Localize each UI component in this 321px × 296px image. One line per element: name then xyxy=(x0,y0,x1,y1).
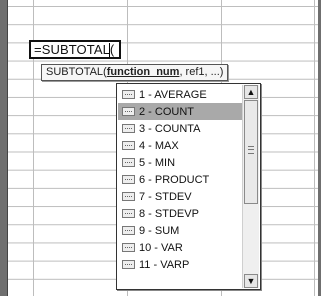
list-item-label: 3 - COUNTA xyxy=(139,122,201,135)
chevron-down-icon: ▼ xyxy=(246,275,256,286)
list-item-label: 8 - STDEVP xyxy=(139,207,199,220)
list-item-label: 9 - SUM xyxy=(139,224,180,237)
tooltip-function-name: SUBTOTAL( xyxy=(46,66,107,78)
text-caret xyxy=(109,43,110,57)
tooltip-current-argument[interactable]: function_num xyxy=(107,66,180,78)
grip-icon xyxy=(248,146,254,154)
function-syntax-tooltip: SUBTOTAL(function_num, ref1, ...) xyxy=(41,64,229,81)
scroll-up-button[interactable]: ▲ xyxy=(244,85,258,99)
list-item-label: 4 - MAX xyxy=(139,139,179,152)
function-icon xyxy=(122,107,135,116)
function-icon xyxy=(122,243,135,252)
chevron-up-icon: ▲ xyxy=(246,86,256,97)
function-num-dropdown[interactable]: 1 - AVERAGE 2 - COUNT 3 - COUNTA 4 - MAX 5 -… xyxy=(116,83,261,290)
function-icon xyxy=(122,226,135,235)
list-item[interactable]: 8 - STDEVP xyxy=(118,205,242,222)
list-item[interactable]: 6 - PRODUCT xyxy=(118,171,242,188)
list-item-label: 7 - STDEV xyxy=(139,190,192,203)
scroll-down-button[interactable]: ▼ xyxy=(244,274,258,288)
list-item[interactable]: 4 - MAX xyxy=(118,137,242,154)
function-icon xyxy=(122,124,135,133)
list-item[interactable]: 2 - COUNT xyxy=(118,103,242,120)
list-item-label: 11 - VARP xyxy=(139,258,190,271)
list-item-label: 6 - PRODUCT xyxy=(139,173,210,186)
tooltip-remaining-arguments: , ref1, ...) xyxy=(179,66,224,78)
function-icon xyxy=(122,175,135,184)
formula-text[interactable]: =SUBTOTAL( xyxy=(34,42,114,57)
function-icon xyxy=(122,260,135,269)
function-icon xyxy=(122,192,135,201)
column-divider xyxy=(314,0,315,296)
scrollbar-thumb[interactable] xyxy=(244,100,258,204)
list-item-label: 5 - MIN xyxy=(139,156,176,169)
dropdown-list: 1 - AVERAGE 2 - COUNT 3 - COUNTA 4 - MAX 5 -… xyxy=(118,86,242,273)
function-icon xyxy=(122,158,135,167)
list-item[interactable]: 7 - STDEV xyxy=(118,188,242,205)
list-item[interactable]: 9 - SUM xyxy=(118,222,242,239)
list-item-label: 2 - COUNT xyxy=(139,105,194,118)
list-item[interactable]: 11 - VARP xyxy=(118,256,242,273)
list-item-label: 10 - VAR xyxy=(139,241,183,254)
list-item[interactable]: 3 - COUNTA xyxy=(118,120,242,137)
list-item[interactable]: 10 - VAR xyxy=(118,239,242,256)
function-icon xyxy=(122,90,135,99)
function-icon xyxy=(122,141,135,150)
list-item-label: 1 - AVERAGE xyxy=(139,88,207,101)
function-icon xyxy=(122,209,135,218)
dropdown-scrollbar[interactable]: ▲ ▼ xyxy=(242,85,259,288)
list-item[interactable]: 5 - MIN xyxy=(118,154,242,171)
list-item[interactable]: 1 - AVERAGE xyxy=(118,86,242,103)
